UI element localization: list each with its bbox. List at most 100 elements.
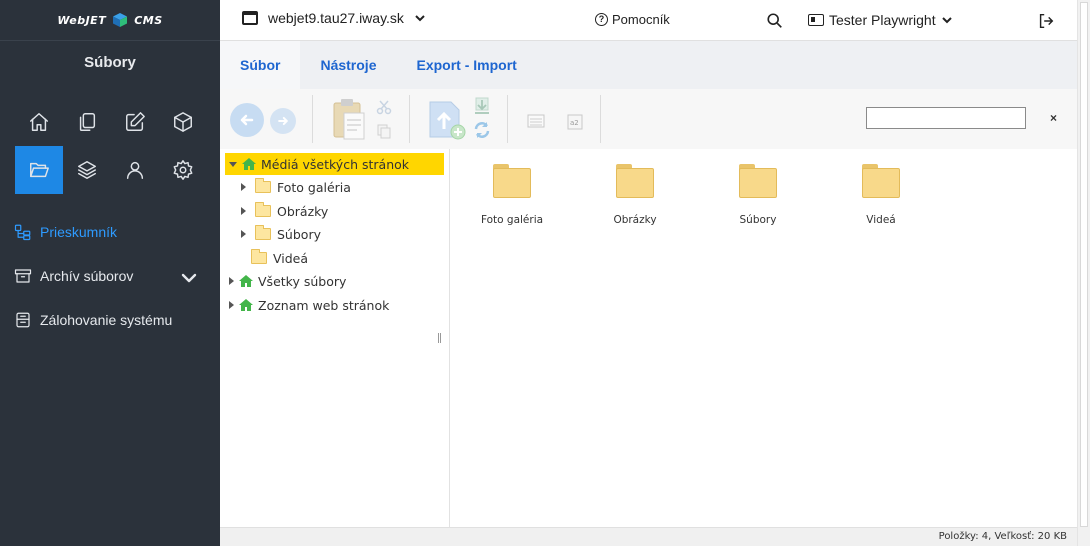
domain-name: webjet9.tau27.iway.sk xyxy=(268,10,404,26)
logo[interactable]: WebJET CMS xyxy=(0,0,220,41)
logout-icon[interactable] xyxy=(1037,12,1055,30)
collapse-toggle[interactable] xyxy=(229,161,237,167)
forward-button[interactable] xyxy=(270,108,296,134)
pane-resize-handle[interactable] xyxy=(438,333,441,343)
expand-toggle[interactable] xyxy=(241,183,246,191)
gear-icon[interactable] xyxy=(159,146,207,194)
folder-label: Foto galéria xyxy=(480,214,544,226)
tree-node[interactable]: Foto galéria xyxy=(241,176,351,198)
refresh-icon[interactable] xyxy=(473,121,491,139)
toolbar: a2 × xyxy=(220,89,1077,149)
tree-node[interactable]: Zoznam web stránok xyxy=(229,294,389,316)
top-header: webjet9.tau27.iway.sk ? Pomocník Tester … xyxy=(220,0,1077,41)
user-menu[interactable]: Tester Playwright xyxy=(808,12,953,28)
toolbar-separator xyxy=(507,95,508,143)
rename-icon[interactable]: a2 xyxy=(567,114,583,130)
folder-icon xyxy=(739,164,777,198)
toolbar-separator xyxy=(312,95,313,143)
folder-label: Obrázky xyxy=(613,214,657,226)
chevron-down-icon xyxy=(181,273,197,283)
logo-right-text: CMS xyxy=(134,13,163,27)
sidebar-item-label: Prieskumník xyxy=(40,224,118,240)
archive-icon xyxy=(14,269,32,283)
page-scrollbar[interactable] xyxy=(1077,0,1090,546)
tab-tools[interactable]: Nástroje xyxy=(300,41,396,89)
expand-toggle[interactable] xyxy=(229,277,234,285)
toolbar-separator xyxy=(600,95,601,143)
pages-icon[interactable] xyxy=(63,98,111,146)
folder-icon xyxy=(255,202,271,217)
window-icon xyxy=(242,11,258,25)
sidebar-item-backup[interactable]: Zálohovanie systému xyxy=(0,298,220,342)
scrollbar-thumb[interactable] xyxy=(1080,2,1088,527)
help-icon: ? xyxy=(595,13,608,26)
folder-icon xyxy=(862,164,900,198)
tree-node[interactable]: Súbory xyxy=(241,223,321,245)
tree-node-root[interactable]: Médiá všetkých stránok xyxy=(225,153,444,175)
folder-item[interactable]: Foto galéria xyxy=(462,164,562,226)
sidebar-item-label: Zálohovanie systému xyxy=(40,312,173,328)
sidebar-item-archive[interactable]: Archív súborov xyxy=(0,254,220,298)
tree-node[interactable]: Obrázky xyxy=(241,200,328,222)
home-icon[interactable] xyxy=(15,98,63,146)
domain-selector[interactable]: webjet9.tau27.iway.sk xyxy=(242,10,426,26)
download-icon[interactable] xyxy=(473,97,491,115)
file-search-box[interactable] xyxy=(866,107,1030,129)
folder-open-icon[interactable] xyxy=(15,146,63,194)
layers-icon[interactable] xyxy=(63,146,111,194)
logo-left-text: WebJET xyxy=(57,13,107,27)
folder-item[interactable]: Obrázky xyxy=(585,164,685,226)
folder-label: Videá xyxy=(866,214,896,226)
upload-icon[interactable] xyxy=(427,99,469,141)
home-icon xyxy=(239,299,253,311)
expand-toggle[interactable] xyxy=(229,301,234,309)
help-link[interactable]: ? Pomocník xyxy=(595,12,670,27)
tree-node-label: Súbory xyxy=(277,226,321,242)
tree-node[interactable]: Všetky súbory xyxy=(229,270,346,292)
arrow-left-icon xyxy=(240,114,254,126)
home-icon xyxy=(239,275,253,287)
module-icon-grid xyxy=(15,98,207,194)
copy-icon[interactable] xyxy=(376,123,392,139)
app-root: WebJET CMS Súbory Prieskumník Archív súb… xyxy=(0,0,1090,546)
cut-icon[interactable] xyxy=(376,99,392,115)
folder-icon xyxy=(255,178,271,193)
expand-toggle[interactable] xyxy=(241,230,246,238)
search-icon[interactable] xyxy=(766,12,784,30)
folder-label: Súbory xyxy=(739,214,777,226)
tab-file[interactable]: Súbor xyxy=(220,41,301,89)
tab-export-import[interactable]: Export - Import xyxy=(396,41,536,89)
section-title: Súbory xyxy=(84,54,136,71)
folder-tree: Médiá všetkých stránok Foto galéria Obrá… xyxy=(220,149,450,527)
folder-item[interactable]: Videá xyxy=(831,164,931,226)
tree-node-label: Médiá všetkých stránok xyxy=(261,156,409,172)
box-icon[interactable] xyxy=(159,98,207,146)
help-label: Pomocník xyxy=(612,12,670,27)
folder-icon xyxy=(255,225,271,240)
chevron-down-icon xyxy=(941,17,952,24)
tree-node-label: Všetky súbory xyxy=(258,273,347,289)
cube-logo-icon xyxy=(113,13,128,27)
folder-item[interactable]: Súbory xyxy=(708,164,808,226)
tree-node-label: Obrázky xyxy=(277,203,329,219)
folder-icon xyxy=(616,164,654,198)
paste-icon[interactable] xyxy=(332,97,366,141)
tree-node-label: Foto galéria xyxy=(277,179,351,195)
user-name: Tester Playwright xyxy=(829,12,936,28)
sidebar: WebJET CMS Súbory Prieskumník Archív súb… xyxy=(0,0,220,546)
back-button[interactable] xyxy=(230,103,264,137)
sidebar-nav: Prieskumník Archív súborov Zálohovanie s… xyxy=(0,210,220,342)
folder-icon xyxy=(493,164,531,198)
folder-icon xyxy=(251,249,267,264)
svg-text:a2: a2 xyxy=(570,119,579,127)
tree-node[interactable]: Videá xyxy=(250,247,308,269)
sidebar-item-explorer[interactable]: Prieskumník xyxy=(0,210,220,254)
toolbar-separator xyxy=(409,95,410,143)
expand-toggle[interactable] xyxy=(241,207,246,215)
tree-node-label: Videá xyxy=(273,250,309,266)
user-icon[interactable] xyxy=(111,146,159,194)
close-icon[interactable]: × xyxy=(1050,111,1057,125)
file-search-input[interactable] xyxy=(875,111,1030,125)
edit-icon[interactable] xyxy=(111,98,159,146)
list-view-icon[interactable] xyxy=(527,114,545,128)
